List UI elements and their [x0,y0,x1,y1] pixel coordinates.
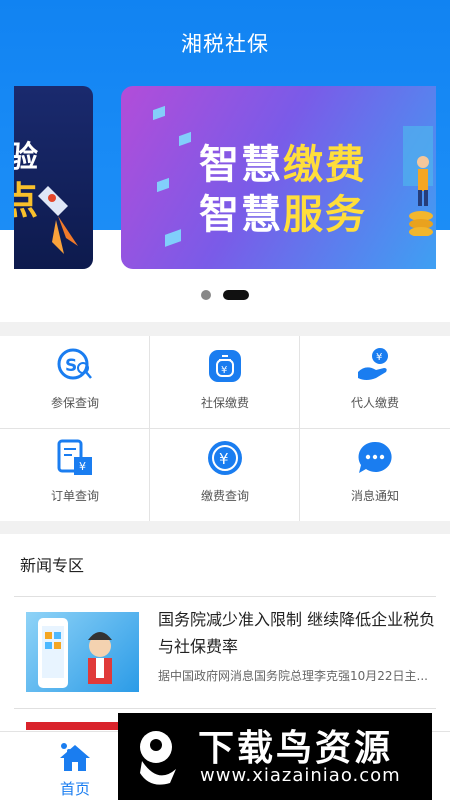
yuan-bag-icon: ¥ [209,350,241,382]
news-divider [14,708,436,709]
banner-line-2: 智慧服务 [199,192,367,238]
banner-main-slide[interactable]: 智慧缴费 智慧服务 [121,86,436,269]
service-pay-for-others[interactable]: ¥ 代人缴费 [300,336,450,428]
service-label: 参保查询 [50,396,99,410]
service-payment-query[interactable]: ¥ 缴费查询 [150,429,300,521]
svg-text:S: S [65,356,77,376]
carousel-dot-active[interactable] [223,290,249,300]
rocket-icon [38,186,78,254]
hand-yuan-icon: ¥ [358,348,388,380]
service-label: 代人缴费 [350,396,399,410]
home-icon [60,743,90,771]
chat-bubble-icon [358,441,392,473]
decor-cube [179,131,191,147]
service-label: 消息通知 [350,489,399,503]
news-divider [14,596,436,597]
svg-text:¥: ¥ [219,450,229,468]
service-label: 缴费查询 [200,489,249,503]
watermark-overlay: 下载鸟资源 www.xiazainiao.com [118,713,432,800]
watermark-title: 下载鸟资源 [198,728,394,769]
svg-text:¥: ¥ [221,365,227,376]
service-insurance-query[interactable]: S 参保查询 [0,336,150,428]
carousel-indicator[interactable] [0,290,450,302]
section-divider [0,521,450,534]
news-thumbnail [26,612,139,692]
banner-previous-slide[interactable]: 验 点 [14,86,93,269]
decor-cube [153,105,165,121]
service-message-notification[interactable]: 消息通知 [300,429,450,521]
person-coins-icon [403,126,433,236]
watermark-url: www.xiazainiao.com [200,765,401,786]
service-order-query[interactable]: ¥ 订单查询 [0,429,150,521]
news-section-title: 新闻专区 [20,556,85,575]
app-title: 湘税社保 [181,32,269,56]
services-grid: S 参保查询 ¥ 社保缴费 ¥ 代人缴费 ¥ 订单查询 ¥ 缴费查询 消息通知 [0,336,450,521]
news-thumbnail-illustration [38,618,112,688]
service-social-security-payment[interactable]: ¥ 社保缴费 [150,336,300,428]
service-label: 订单查询 [50,489,99,503]
svg-text:¥: ¥ [79,460,86,473]
social-security-search-icon: S [57,348,92,380]
decor-cube [157,177,169,193]
news-title: 国务院减少准入限制 继续降低企业税负与社保费率 [158,610,436,656]
decor-cube [165,229,181,247]
order-document-icon: ¥ [57,439,92,475]
svg-text:¥: ¥ [376,352,382,363]
yuan-circle-icon: ¥ [208,441,242,475]
section-divider [0,322,450,336]
carousel-dot[interactable] [201,290,211,300]
news-summary: 据中国政府网消息国务院总理李克强10月22日主... [158,669,428,683]
bird-logo-icon [140,731,176,785]
service-label: 社保缴费 [200,396,249,410]
